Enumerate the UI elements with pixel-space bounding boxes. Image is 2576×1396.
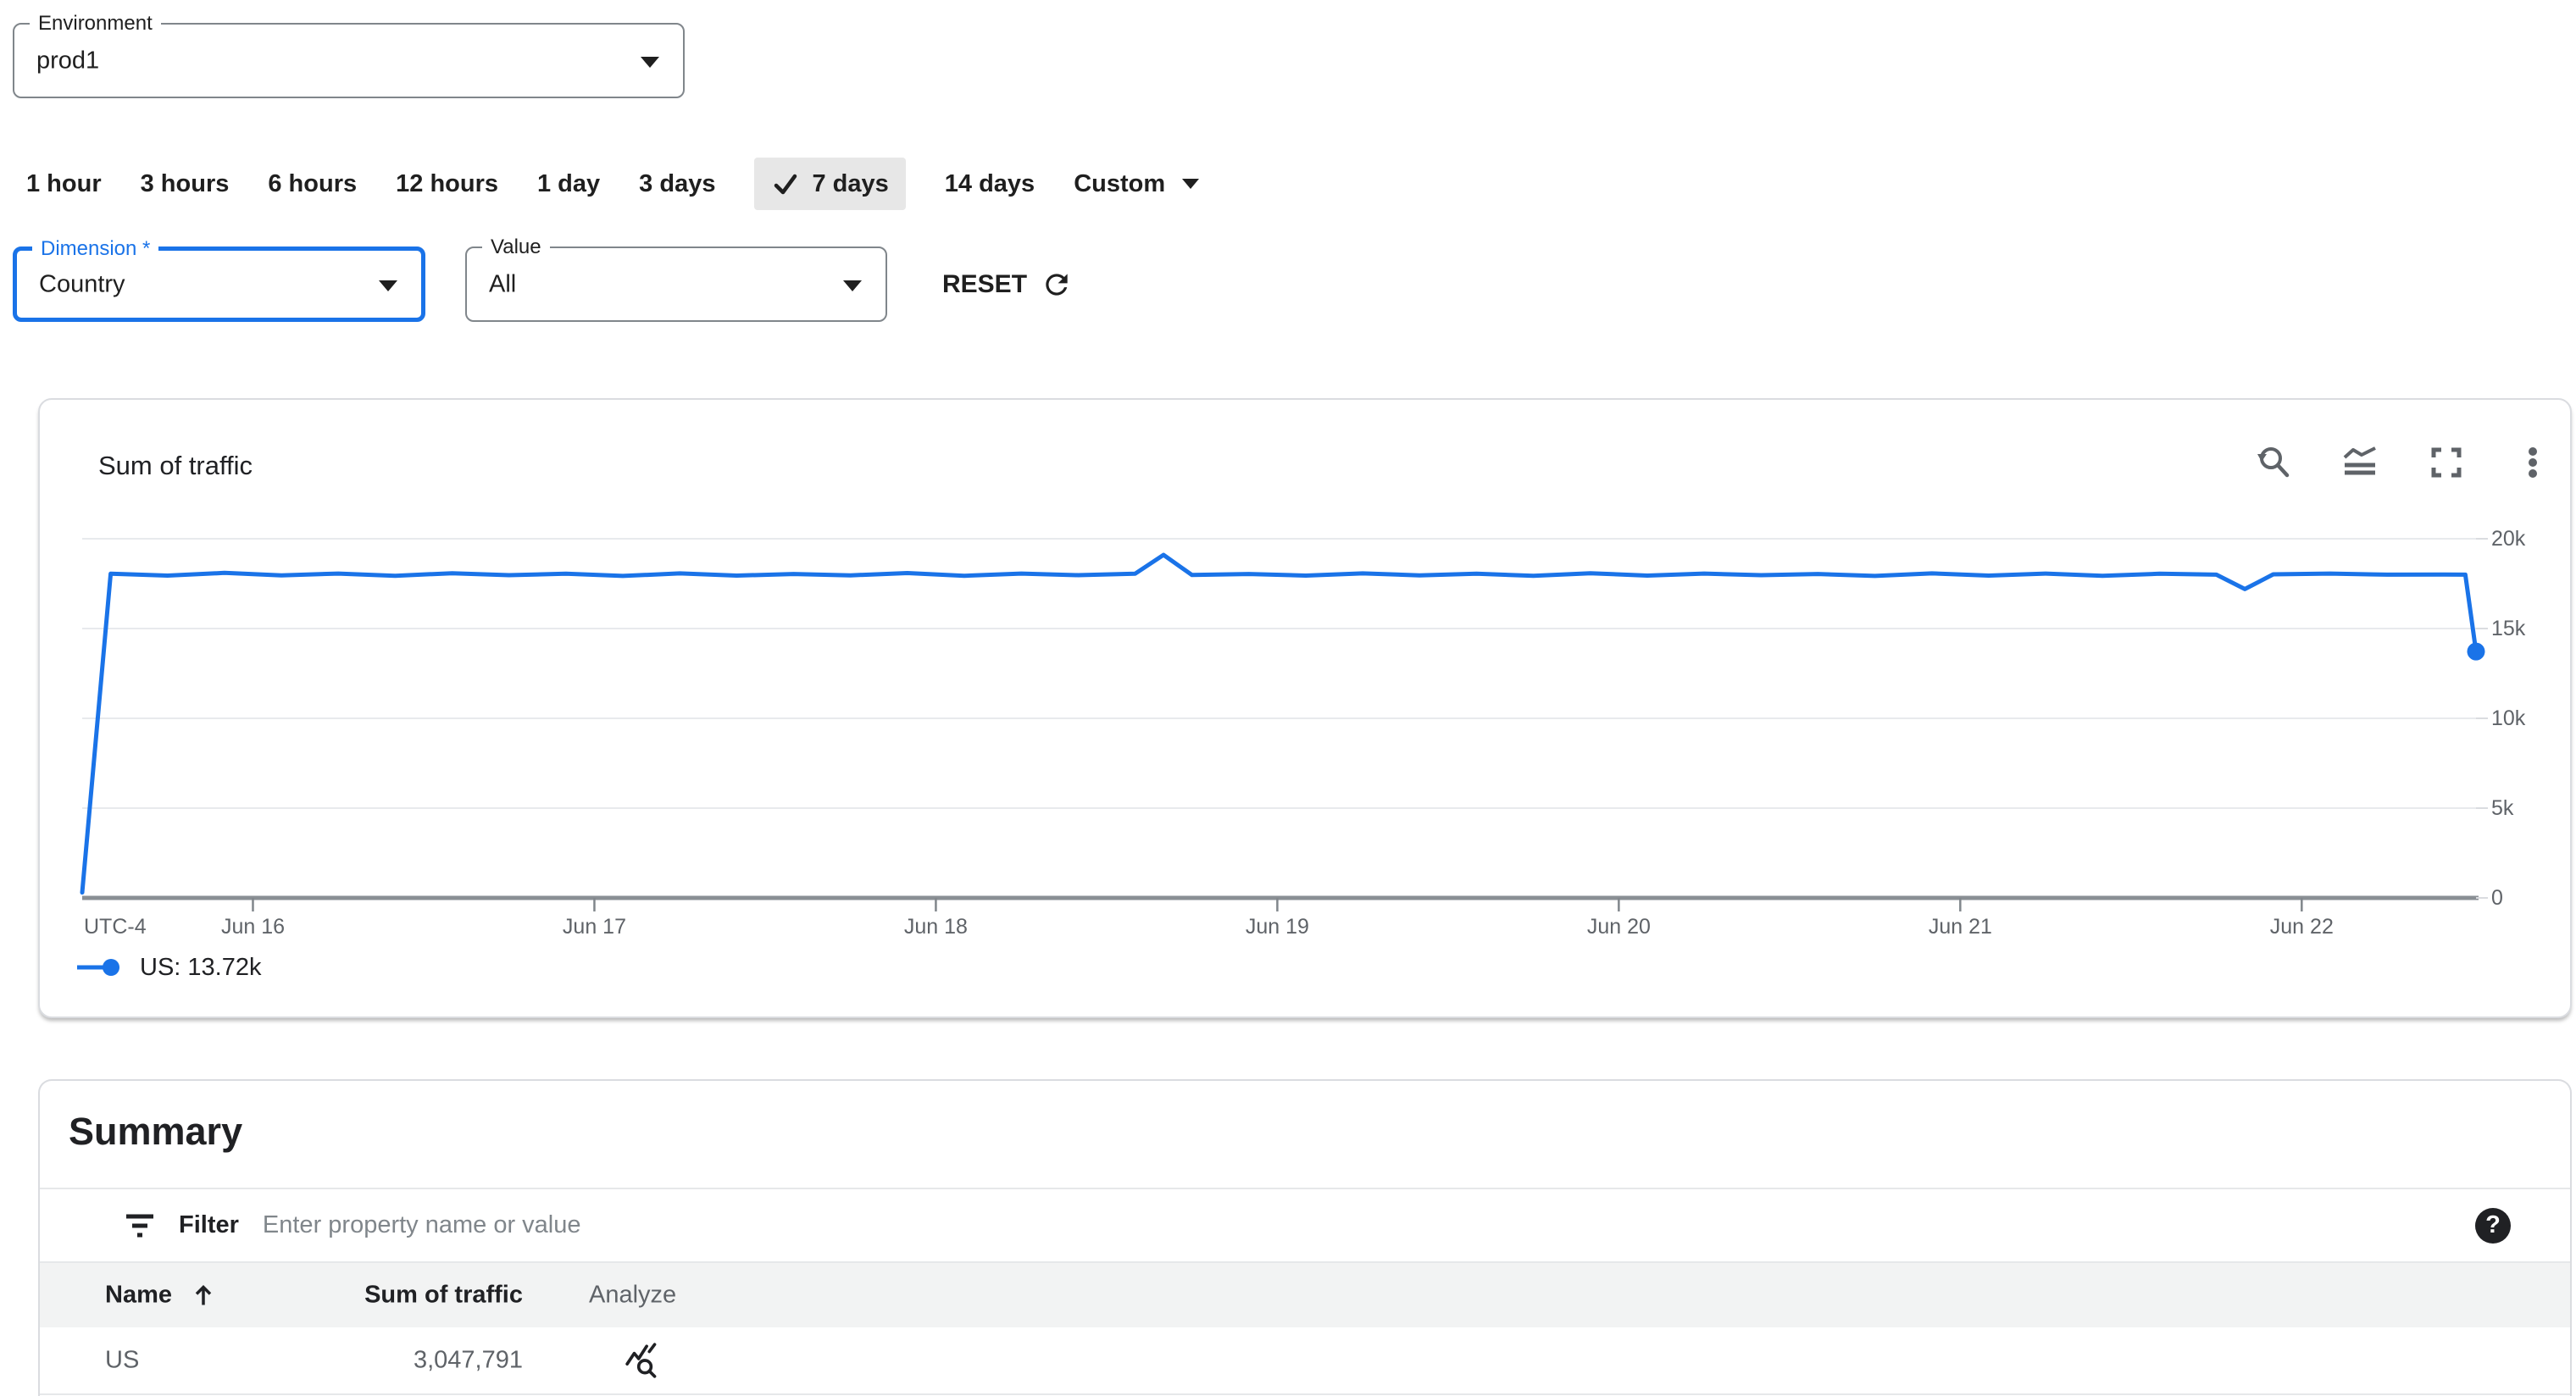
svg-text:0: 0 (2491, 886, 2503, 910)
zoom-history-button[interactable] (2255, 444, 2292, 481)
time-range-options: 1 hour 3 hours 6 hours 12 hours 1 day 3 days 7… (26, 158, 1200, 210)
value-select[interactable]: Value All (465, 235, 887, 322)
legend-label: US: 13.72k (140, 953, 262, 981)
zoom-history-icon (2257, 447, 2290, 478)
column-header-name[interactable]: Name (105, 1282, 216, 1310)
sort-ascending-icon (195, 1284, 212, 1305)
filter-row: Filter ? (40, 1189, 2570, 1261)
analyze-button[interactable] (625, 1341, 663, 1380)
time-range-option[interactable]: 3 hours (141, 170, 230, 198)
svg-text:15k: 15k (2491, 617, 2526, 640)
chevron-down-icon (641, 56, 659, 68)
svg-text:UTC-4: UTC-4 (84, 915, 147, 939)
chevron-down-icon (379, 280, 397, 291)
fullscreen-button[interactable] (2428, 444, 2465, 481)
reset-button[interactable]: RESET (942, 247, 1073, 322)
svg-text:Jun 16: Jun 16 (221, 915, 285, 939)
filter-input[interactable] (260, 1210, 1281, 1240)
filter-icon (126, 1214, 153, 1237)
summary-table-body: US 3,047,791 (40, 1327, 2570, 1395)
table-row: US 3,047,791 (40, 1327, 2570, 1395)
apigee-analytics-page: Environment prod1 1 hour 3 hours 6 hours 12… (0, 0, 2576, 1396)
svg-text:Jun 22: Jun 22 (2270, 915, 2334, 939)
svg-text:Jun 17: Jun 17 (563, 915, 626, 939)
more-options-button[interactable] (2514, 444, 2551, 481)
dimension-value: Country (39, 270, 125, 297)
column-header-analyze: Analyze (589, 1281, 677, 1309)
legend-toggle-icon (2343, 446, 2376, 475)
svg-text:Jun 21: Jun 21 (1929, 915, 1992, 939)
svg-text:20k: 20k (2491, 527, 2526, 551)
row-sum-of-traffic: 3,047,791 (413, 1346, 523, 1374)
environment-select[interactable]: Environment prod1 (13, 11, 685, 98)
environment-label: Environment (30, 11, 161, 36)
chart-toolbar (2255, 444, 2551, 481)
svg-text:Jun 20: Jun 20 (1587, 915, 1651, 939)
reset-label: RESET (942, 269, 1028, 298)
row-name: US (105, 1346, 140, 1374)
time-range-option[interactable]: 1 day (537, 170, 600, 198)
legend-toggle-button[interactable] (2341, 444, 2379, 481)
time-range-option[interactable]: 3 days (639, 170, 715, 198)
chevron-down-icon (1182, 179, 1200, 189)
svg-text:10k: 10k (2491, 706, 2526, 730)
dimension-select[interactable]: Dimension * Country (13, 236, 425, 322)
help-icon[interactable]: ? (2475, 1207, 2511, 1244)
fullscreen-icon (2431, 447, 2462, 478)
summary-table-header: Name Sum of traffic Analyze (40, 1263, 2570, 1327)
time-range-custom[interactable]: Custom (1074, 170, 1200, 198)
legend-item-us[interactable]: US: 13.72k (75, 942, 261, 993)
svg-text:Jun 19: Jun 19 (1246, 915, 1309, 939)
dimension-label: Dimension * (32, 236, 159, 262)
refresh-icon (1046, 273, 1068, 296)
chevron-down-icon (843, 280, 862, 291)
value-value: All (489, 270, 517, 297)
filter-label: Filter (179, 1211, 239, 1238)
time-range-option-selected[interactable]: 7 days (754, 158, 906, 210)
check-icon (774, 174, 797, 195)
time-range-option[interactable]: 12 hours (396, 170, 498, 198)
legend-line-marker (77, 959, 119, 976)
svg-text:5k: 5k (2491, 796, 2514, 820)
value-label: Value (482, 235, 550, 260)
svg-text:Jun 18: Jun 18 (904, 915, 968, 939)
summary-card: Summary Filter ? Name Sum of traffic An (38, 1079, 2572, 1396)
column-header-sum-of-traffic[interactable]: Sum of traffic (319, 1282, 523, 1310)
traffic-chart-card: Sum of traffic 20k 15k 10k 5k 0 Jun 16 J… (38, 398, 2572, 1018)
chart-title: Sum of traffic (98, 451, 253, 480)
environment-value: prod1 (36, 47, 100, 74)
time-range-option[interactable]: 14 days (945, 170, 1035, 198)
time-range-option[interactable]: 6 hours (268, 170, 357, 198)
kebab-menu-icon (2529, 447, 2537, 478)
time-range-option[interactable]: 1 hour (26, 170, 102, 198)
summary-title: Summary (69, 1110, 243, 1153)
query-stats-icon (625, 1343, 657, 1378)
traffic-line-chart[interactable]: 20k 15k 10k 5k 0 Jun 16 Jun 17 Jun 18 Jun 19 Jun … (40, 500, 2570, 974)
